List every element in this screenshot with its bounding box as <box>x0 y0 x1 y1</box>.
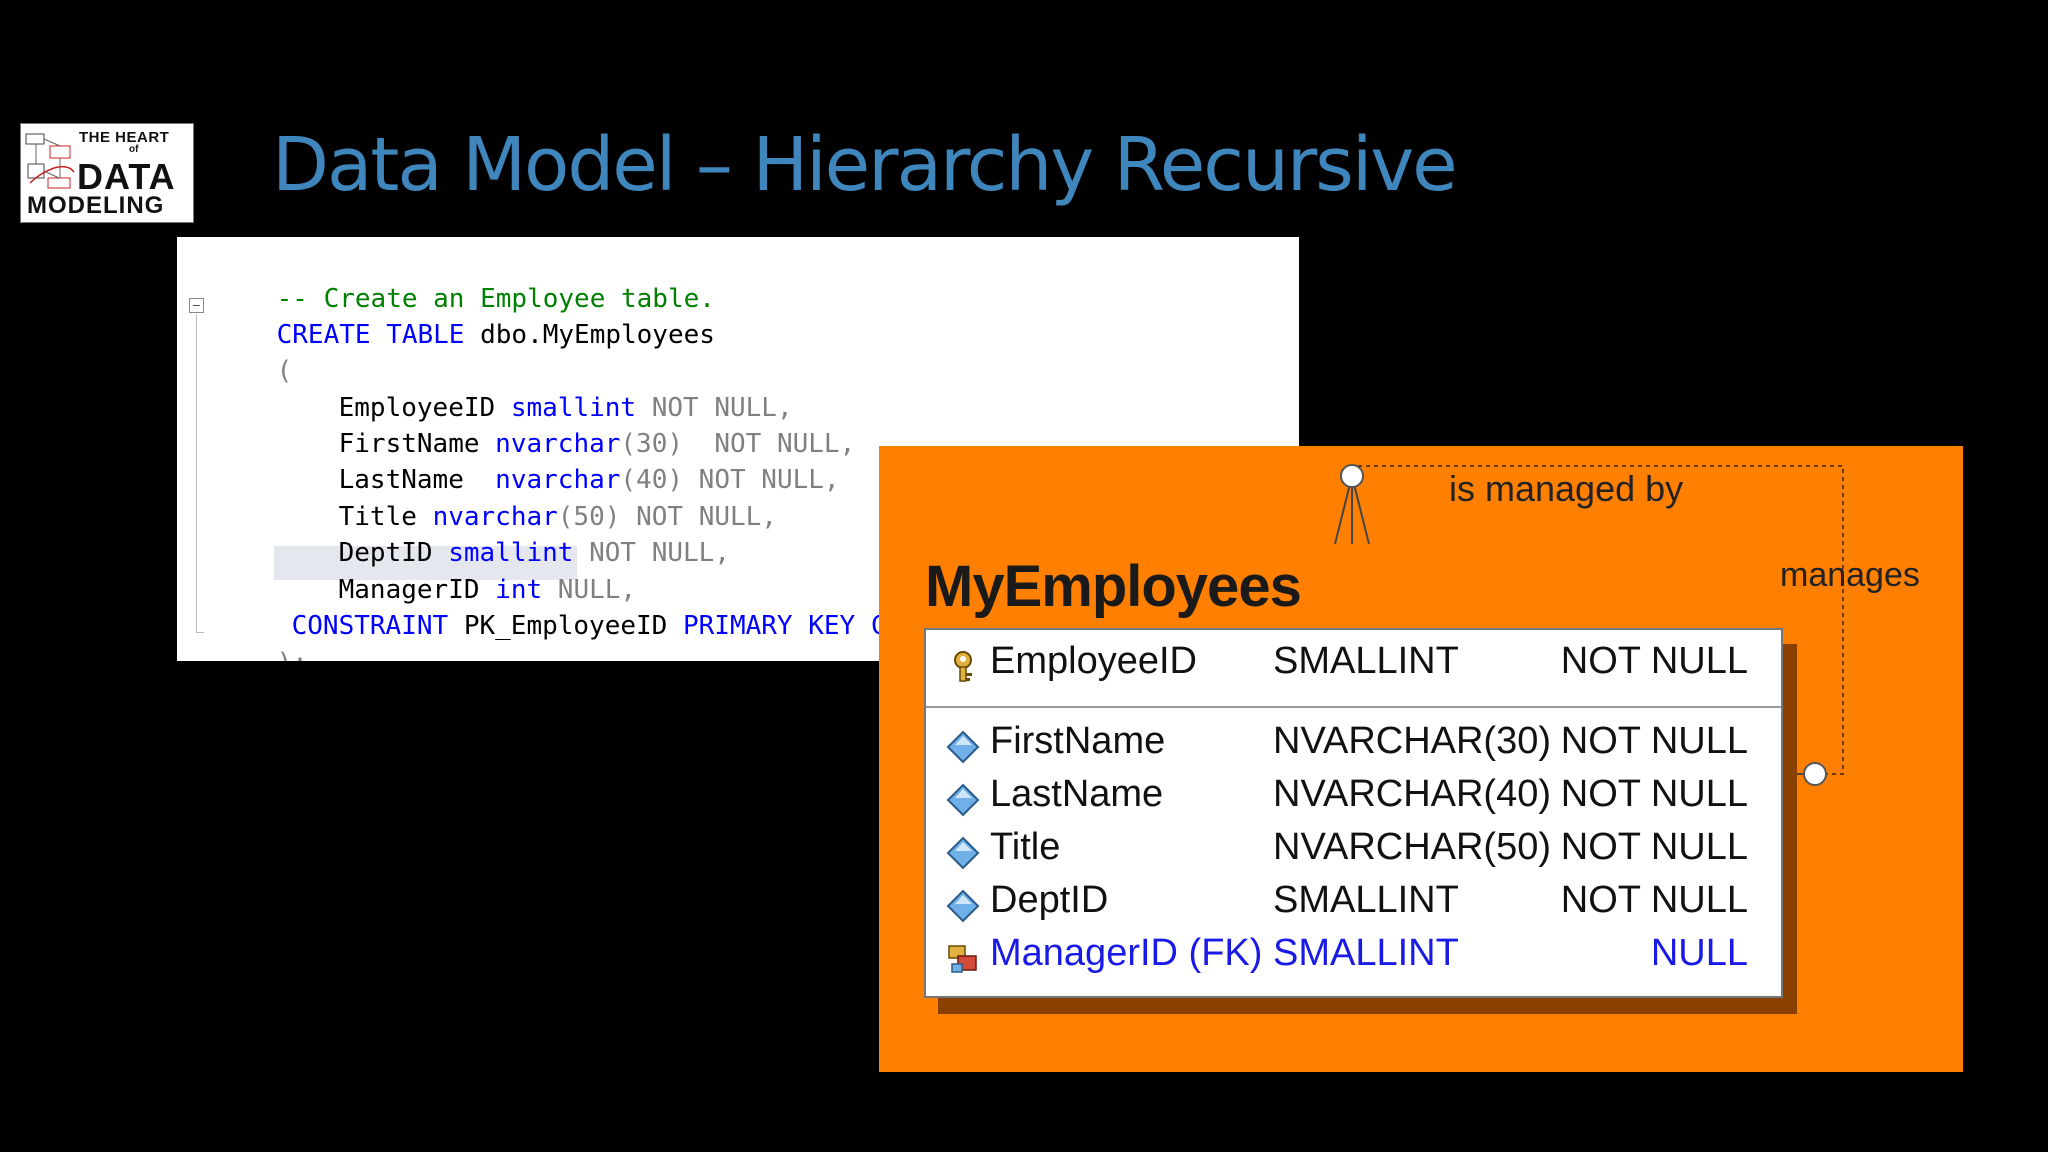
column-nullability: NOT NULL <box>1560 773 1748 815</box>
er-diagram-panel: is managed by manages MyEmployees Employ… <box>879 446 1963 1072</box>
code-comment-line: -- Create an Employee table. <box>214 254 715 314</box>
entity-name: MyEmployees <box>925 554 1302 619</box>
column-name: EmployeeID <box>990 640 1197 682</box>
column-type: SMALLINT <box>1273 640 1459 682</box>
relationship-label: is managed by <box>1449 468 1684 509</box>
code-column-line: LastName nvarchar(40) NOT NULL, <box>276 435 840 495</box>
code-column-line: FirstName nvarchar(30) NOT NULL, <box>276 399 856 459</box>
key-icon <box>954 651 972 682</box>
diamond-icon <box>946 889 980 923</box>
column-nullability: NOT NULL <box>1560 826 1748 868</box>
logo: THE HEART of DATA MODELING <box>20 123 194 223</box>
code-close-paren-line: ); <box>214 618 308 661</box>
code-open-paren-line: ( <box>214 326 293 386</box>
entity-box[interactable]: EmployeeID SMALLINT NOT NULL FirstName N… <box>924 628 1783 998</box>
code-constraint-keyword: CONSTRAINT <box>291 611 449 641</box>
column-name: LastName <box>990 773 1164 815</box>
column-type: SMALLINT <box>1273 879 1459 921</box>
logo-text-line2: of <box>129 144 139 155</box>
entity-row[interactable]: LastName NVARCHAR(40) NOT NULL <box>926 773 1781 825</box>
code-create-line: CREATE TABLE dbo.MyEmployees <box>214 290 715 350</box>
column-name: DeptID <box>990 879 1109 921</box>
code-constraint-name: PK_EmployeeID <box>448 611 683 641</box>
code-constraint-line: CONSTRAINT PK_EmployeeID PRIMARY KEY CLU… <box>229 581 934 641</box>
code-column-line: DeptID smallint NOT NULL, <box>276 508 730 568</box>
logo-text-line1: THE HEART <box>79 129 170 146</box>
column-type: NVARCHAR(30) <box>1273 720 1552 762</box>
slide-title: Data Model – Hierarchy Recursive <box>272 122 1458 208</box>
column-type: NVARCHAR(40) <box>1273 773 1552 815</box>
entity-row[interactable]: DeptID SMALLINT NOT NULL <box>926 879 1781 931</box>
column-nullability: NOT NULL <box>1560 879 1748 921</box>
code-table-name: dbo.MyEmployees <box>464 320 715 350</box>
column-type: NVARCHAR(50) <box>1273 826 1552 868</box>
column-name: ManagerID (FK) <box>990 932 1263 974</box>
relationship-label-inverse: manages <box>1780 556 1920 594</box>
logo-text-line4: MODELING <box>27 192 165 219</box>
fold-guide-line <box>196 314 197 632</box>
key-divider <box>926 706 1781 708</box>
diamond-icon <box>946 783 980 817</box>
code-close-paren: ); <box>277 648 308 661</box>
collapse-toggle-icon[interactable] <box>189 298 204 313</box>
code-column-line: EmployeeID smallint NOT NULL, <box>276 363 793 423</box>
entity-row-foreign-key[interactable]: ManagerID (FK) SMALLINT NULL <box>926 932 1781 984</box>
diamond-icon <box>946 836 980 870</box>
entity-row[interactable]: FirstName NVARCHAR(30) NOT NULL <box>926 720 1781 772</box>
entity-row-primary-key[interactable]: EmployeeID SMALLINT NOT NULL <box>926 640 1781 692</box>
code-column-line: ManagerID int NULL, <box>276 545 636 605</box>
column-nullability: NULL <box>1650 932 1748 974</box>
foreign-key-icon <box>948 945 977 973</box>
entity-row[interactable]: Title NVARCHAR(50) NOT NULL <box>926 826 1781 878</box>
column-nullability: NOT NULL <box>1560 720 1748 762</box>
column-nullability: NOT NULL <box>1560 640 1748 682</box>
fold-guide-end <box>196 632 204 633</box>
column-type: SMALLINT <box>1273 932 1459 974</box>
diamond-icon <box>946 730 980 764</box>
code-create-keyword: CREATE TABLE <box>276 320 465 350</box>
column-name: FirstName <box>990 720 1166 762</box>
code-column-line: Title nvarchar(50) NOT NULL, <box>276 472 777 532</box>
column-name: Title <box>990 826 1061 868</box>
